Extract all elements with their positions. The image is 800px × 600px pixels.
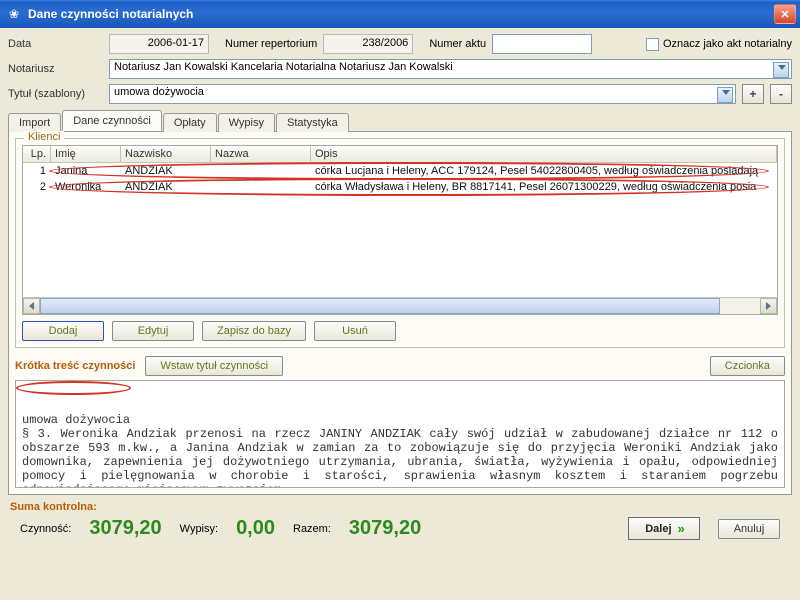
app-icon: ❀ (6, 6, 22, 22)
table-row[interactable]: 1 Janina ANDZIAK córka Lucjana i Heleny,… (23, 163, 777, 179)
tresc-toolbar: Krótka treść czynności Wstaw tytuł czynn… (15, 356, 785, 376)
tab-panel: Klienci Lp. Imię Nazwisko Nazwa Opis 1 J… (8, 131, 792, 495)
footer: Czynność: 3079,20 Wypisy: 0,00 Razem: 30… (10, 513, 790, 546)
zapisz-button[interactable]: Zapisz do bazy (202, 321, 306, 341)
add-template-button[interactable]: + (742, 84, 764, 104)
triangle-left-icon (29, 302, 34, 310)
tabs: Import Dane czynności Opłaty Wypisy Stat… (8, 110, 792, 131)
dalej-button[interactable]: Dalej » (628, 517, 700, 540)
edytuj-button[interactable]: Edytuj (112, 321, 194, 341)
select-tytul[interactable]: umowa dożywocia (109, 84, 736, 104)
czynnosc-label: Czynność: (20, 523, 71, 535)
window-title: Dane czynności notarialnych (28, 7, 774, 21)
tresc-textarea[interactable]: umowa dożywocia § 3. Weronika Andziak pr… (15, 380, 785, 488)
tab-import[interactable]: Import (8, 113, 61, 132)
cell: córka Lucjana i Heleny, ACC 179124, Pese… (311, 164, 777, 178)
titlebar: ❀ Dane czynności notarialnych ✕ (0, 0, 800, 28)
checkbox-oznacz-akt[interactable]: Oznacz jako akt notarialny (646, 38, 792, 51)
header-opis[interactable]: Opis (311, 146, 777, 162)
header-lp[interactable]: Lp. (23, 146, 51, 162)
triangle-right-icon (766, 302, 771, 310)
scroll-thumb[interactable] (40, 298, 720, 314)
label-tytul: Tytuł (szablony) (8, 88, 103, 100)
clients-grid[interactable]: Lp. Imię Nazwisko Nazwa Opis 1 Janina AN… (22, 145, 778, 315)
horizontal-scrollbar[interactable] (23, 297, 777, 314)
tab-wypisy[interactable]: Wypisy (218, 113, 275, 132)
remove-template-button[interactable]: - (770, 84, 792, 104)
group-klienci: Klienci Lp. Imię Nazwisko Nazwa Opis 1 J… (15, 138, 785, 348)
label-numer-aktu: Numer aktu (429, 38, 486, 50)
suma-section: Suma kontrolna: Czynność: 3079,20 Wypisy… (8, 501, 792, 546)
tresc-title: Krótka treść czynności (15, 360, 135, 372)
double-chevron-right-icon: » (678, 521, 683, 536)
label-numer-repertorium: Numer repertorium (225, 38, 317, 50)
wstaw-tytul-button[interactable]: Wstaw tytuł czynności (145, 356, 283, 376)
field-numer-aktu[interactable] (492, 34, 592, 54)
select-notariusz[interactable]: Notariusz Jan Kowalski Kancelaria Notari… (109, 59, 792, 79)
usun-button[interactable]: Usuń (314, 321, 396, 341)
dodaj-button[interactable]: Dodaj (22, 321, 104, 341)
dalej-label: Dalej (645, 523, 671, 535)
client-actions: Dodaj Edytuj Zapisz do bazy Usuń (22, 321, 778, 341)
label-data: Data (8, 38, 103, 50)
cell (211, 186, 311, 188)
header-nazwa[interactable]: Nazwa (211, 146, 311, 162)
checkbox-label: Oznacz jako akt notarialny (663, 38, 792, 50)
tab-statystyka[interactable]: Statystyka (276, 113, 349, 132)
czcionka-button[interactable]: Czcionka (710, 356, 785, 376)
annotation-ellipse (16, 381, 131, 395)
tab-oplaty[interactable]: Opłaty (163, 113, 217, 132)
cell: 1 (23, 164, 51, 178)
table-row[interactable]: 2 Weronika ANDZIAK córka Władysława i He… (23, 179, 777, 195)
cell: córka Władysława i Heleny, BR 8817141, P… (311, 180, 777, 194)
chevron-down-icon (778, 65, 786, 70)
select-value: Notariusz Jan Kowalski Kancelaria Notari… (114, 61, 453, 73)
tresc-text: umowa dożywocia § 3. Weronika Andziak pr… (22, 413, 778, 488)
cell: ANDZIAK (121, 180, 211, 194)
cell: Janina (51, 164, 121, 178)
field-data[interactable]: 2006-01-17 (109, 34, 209, 54)
field-numer-repertorium[interactable]: 238/2006 (323, 34, 413, 54)
chevron-down-icon (722, 90, 730, 95)
grid-header: Lp. Imię Nazwisko Nazwa Opis (23, 146, 777, 163)
window-body: Data 2006-01-17 Numer repertorium 238/20… (0, 28, 800, 550)
cell: 2 (23, 180, 51, 194)
wypisy-value: 0,00 (236, 517, 275, 540)
anuluj-button[interactable]: Anuluj (718, 519, 780, 539)
row-data: Data 2006-01-17 Numer repertorium 238/20… (8, 34, 792, 54)
header-nazwisko[interactable]: Nazwisko (121, 146, 211, 162)
close-button[interactable]: ✕ (774, 4, 796, 24)
cell: ANDZIAK (121, 164, 211, 178)
header-imie[interactable]: Imię (51, 146, 121, 162)
wypisy-label: Wypisy: (180, 523, 218, 535)
czynnosc-value: 3079,20 (89, 517, 161, 540)
suma-title: Suma kontrolna: (10, 501, 790, 513)
select-value: umowa dożywocia (114, 86, 204, 98)
row-notariusz: Notariusz Notariusz Jan Kowalski Kancela… (8, 59, 792, 79)
row-tytul: Tytuł (szablony) umowa dożywocia + - (8, 84, 792, 104)
checkbox-icon (646, 38, 659, 51)
scroll-track[interactable] (40, 298, 760, 314)
label-notariusz: Notariusz (8, 63, 103, 75)
cell: Weronika (51, 180, 121, 194)
scroll-right-button[interactable] (760, 298, 777, 314)
scroll-left-button[interactable] (23, 298, 40, 314)
group-title: Klienci (24, 131, 64, 143)
razem-value: 3079,20 (349, 517, 421, 540)
cell (211, 170, 311, 172)
razem-label: Razem: (293, 523, 331, 535)
tab-dane-czynnosci[interactable]: Dane czynności (62, 110, 162, 131)
